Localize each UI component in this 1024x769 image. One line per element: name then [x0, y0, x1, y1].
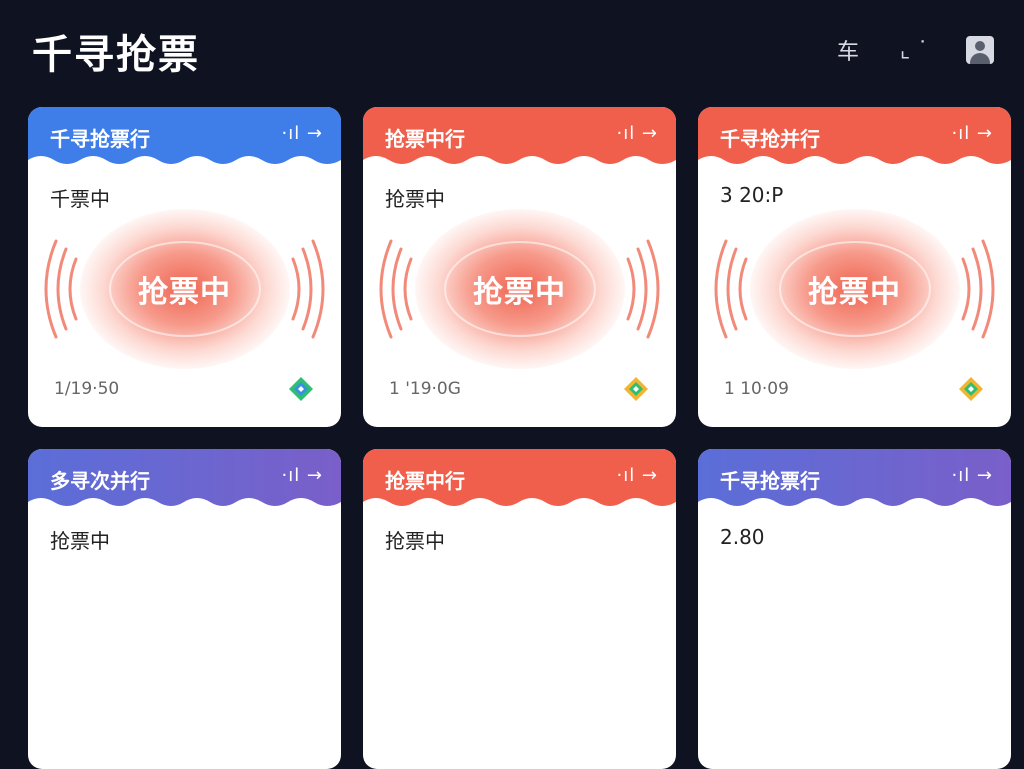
timestamp: 1 10·09 — [724, 379, 789, 399]
card-title: 抢票中行 — [385, 127, 465, 151]
top-actions: 车 ⌞ ˙ — [832, 34, 996, 66]
wave-divider — [28, 498, 341, 508]
page-title: 千寻抢票 — [32, 32, 200, 78]
avatar-icon — [966, 36, 994, 64]
card-header: 抢票中行 ·ıl → — [363, 107, 676, 166]
timestamp: 1/19·50 — [54, 379, 120, 399]
card-header: 多寻次并行 ·ıl → — [28, 449, 341, 508]
arrow-icon[interactable]: ·ıl → — [281, 123, 323, 144]
task-card[interactable]: 抢票中行 ·ıl → 抢票中 抢票中 1 '19·0G — [363, 107, 676, 427]
app-logo-icon — [959, 377, 983, 401]
status-text: 抢票中 — [385, 529, 445, 553]
status-text: 抢票中 — [385, 187, 445, 211]
arrow-icon[interactable]: ·ıl → — [616, 465, 658, 486]
arrow-icon[interactable]: ·ıl → — [281, 465, 323, 486]
card-header: 千寻抢票行 ·ıl → — [28, 107, 341, 166]
pulse-label: 抢票中 — [808, 275, 901, 310]
status-text: 千票中 — [50, 187, 110, 211]
task-card[interactable]: 多寻次并行 ·ıl → 抢票中 — [28, 449, 341, 769]
grab-pulse[interactable]: 抢票中 — [698, 209, 1011, 369]
timestamp: 1 '19·0G — [389, 379, 461, 399]
pulse-label: 抢票中 — [473, 275, 566, 310]
card-title: 千寻抢票行 — [50, 127, 150, 151]
grab-pulse[interactable]: 抢票中 — [363, 209, 676, 369]
pulse-label: 抢票中 — [138, 275, 231, 310]
card-title: 千寻抢并行 — [720, 127, 820, 151]
card-title: 千寻抢票行 — [720, 469, 820, 493]
chart-button[interactable]: ⌞ ˙ — [898, 34, 930, 66]
wave-divider — [698, 156, 1011, 166]
arrow-icon[interactable]: ·ıl → — [951, 465, 993, 486]
task-card[interactable]: 抢票中行 ·ıl → 抢票中 — [363, 449, 676, 769]
wave-divider — [363, 156, 676, 166]
wave-divider — [28, 156, 341, 166]
status-text: 抢票中 — [50, 529, 110, 553]
task-card[interactable]: 千寻抢票行 ·ıl → 千票中 抢票中 1/19·50 — [28, 107, 341, 427]
card-title: 抢票中行 — [385, 469, 465, 493]
grab-pulse[interactable]: 抢票中 — [28, 209, 341, 369]
wave-divider — [698, 498, 1011, 508]
status-text: 3 20:Р — [720, 183, 784, 207]
card-title: 多寻次并行 — [50, 469, 150, 493]
task-card[interactable]: 千寻抢并行 ·ıl → 3 20:Р 抢票中 1 10·09 — [698, 107, 1011, 427]
app-logo-icon — [289, 377, 313, 401]
card-header: 千寻抢票行 ·ıl → — [698, 449, 1011, 508]
card-header: 抢票中行 ·ıl → — [363, 449, 676, 508]
status-text: 2.80 — [720, 525, 765, 549]
card-header: 千寻抢并行 ·ıl → — [698, 107, 1011, 166]
arrow-icon[interactable]: ·ıl → — [951, 123, 993, 144]
train-button[interactable]: 车 — [832, 34, 864, 66]
arrow-icon[interactable]: ·ıl → — [616, 123, 658, 144]
wave-divider — [363, 498, 676, 508]
app-logo-icon — [624, 377, 648, 401]
profile-button[interactable] — [964, 34, 996, 66]
task-card[interactable]: 千寻抢票行 ·ıl → 2.80 — [698, 449, 1011, 769]
